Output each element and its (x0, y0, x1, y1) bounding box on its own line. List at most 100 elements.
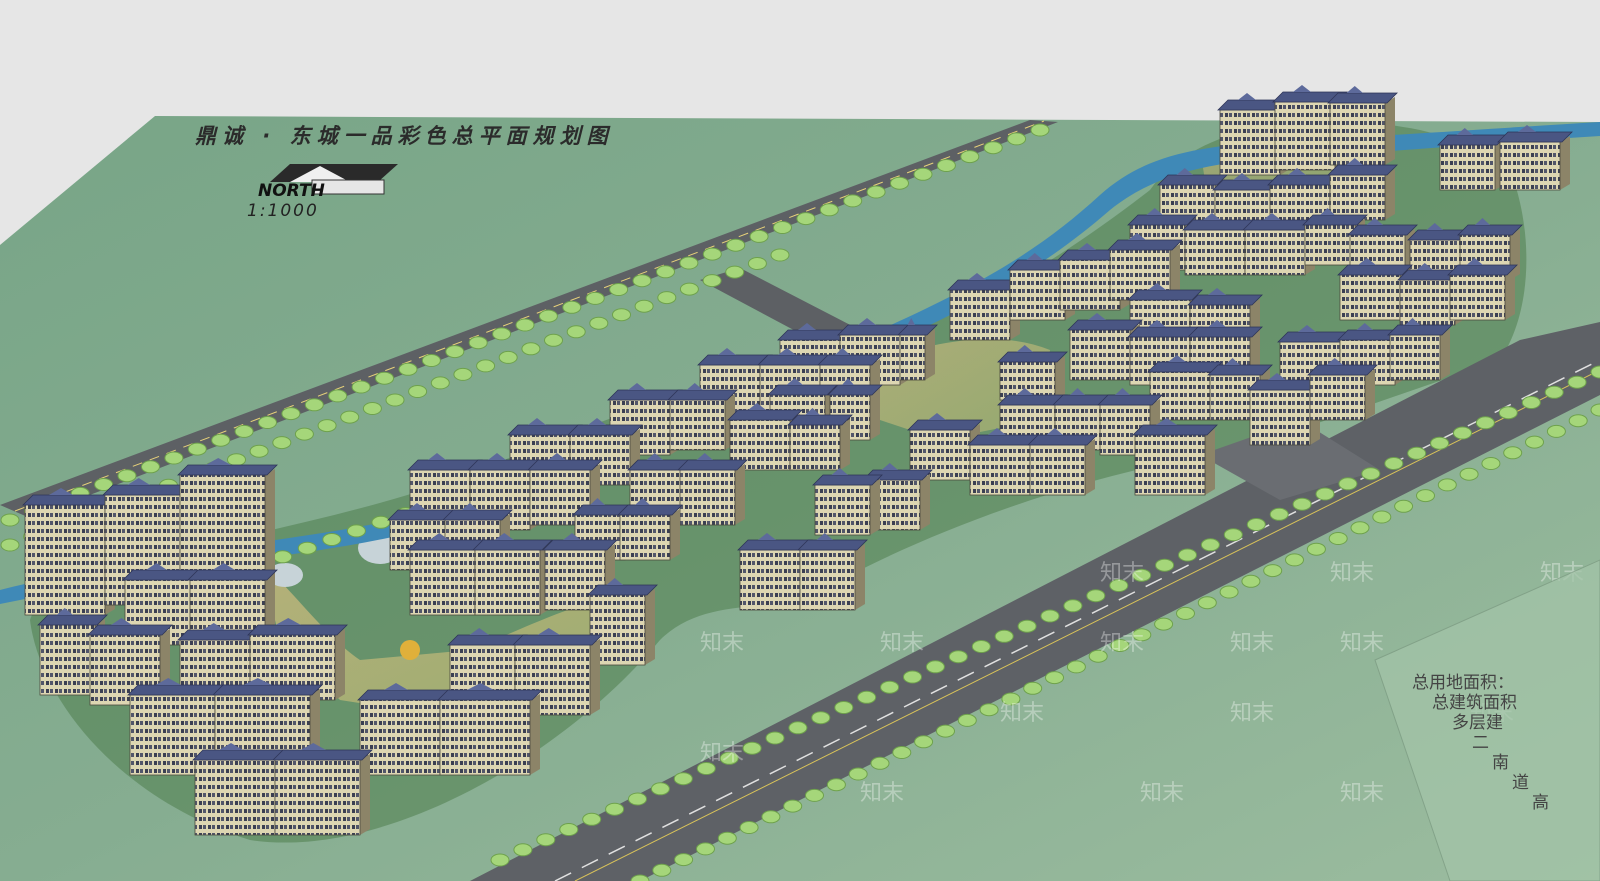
residential-building (1447, 258, 1518, 321)
tree (1263, 564, 1283, 578)
tree (634, 299, 654, 313)
tree (1437, 478, 1457, 492)
watermark-text: 知末 (700, 741, 744, 766)
tree (294, 427, 314, 441)
watermark-text: 知末 (1100, 631, 1144, 656)
tree (211, 433, 231, 447)
tree (1023, 681, 1043, 695)
tree (650, 782, 670, 796)
tree (398, 362, 418, 376)
tree (234, 424, 254, 438)
tree (1040, 609, 1060, 623)
tree (589, 316, 609, 330)
tree (742, 741, 762, 755)
tree (340, 410, 360, 424)
tree (515, 318, 535, 332)
tree (994, 629, 1014, 643)
residential-building (1027, 428, 1098, 496)
residential-building (192, 743, 288, 836)
tree (679, 282, 699, 296)
tree (957, 713, 977, 727)
watermark-text: 知末 (1140, 781, 1184, 806)
tree (1246, 518, 1266, 531)
plan-title: 鼎诚 · 东城一品彩色总平面规划图 (195, 124, 614, 148)
tree (562, 300, 582, 314)
watermark-text: 知末 (1230, 701, 1274, 726)
tree (749, 229, 769, 243)
legend-line: 道 (1512, 773, 1529, 793)
tree (273, 550, 293, 564)
tree (936, 159, 956, 172)
watermark-text: 知末 (1340, 631, 1384, 656)
tree (1453, 426, 1472, 440)
tree (826, 778, 846, 792)
tree (453, 367, 473, 381)
tree (258, 416, 277, 429)
legend-line: 二 (1472, 733, 1489, 753)
tree (1503, 446, 1523, 460)
tree (1063, 599, 1083, 613)
tree (1394, 499, 1414, 513)
tree (936, 724, 955, 738)
tree (1498, 406, 1518, 420)
residential-building (22, 488, 118, 616)
residential-building (787, 408, 853, 471)
tree (272, 436, 292, 450)
tree (747, 257, 767, 270)
watermark-text: 知末 (1000, 701, 1044, 726)
tree (1475, 416, 1495, 430)
tree (652, 863, 672, 877)
tree (1430, 436, 1450, 450)
tree (141, 460, 160, 474)
watermark-text: 知末 (880, 631, 924, 656)
residential-building (1132, 418, 1218, 496)
watermark-text: 知末 (1230, 631, 1274, 656)
tree (1525, 435, 1544, 449)
tree (421, 354, 441, 367)
residential-building (272, 743, 373, 836)
tree (819, 203, 839, 217)
residential-building (1307, 358, 1378, 421)
tree (848, 767, 868, 781)
tree (857, 690, 877, 704)
tree (582, 812, 602, 826)
tree (609, 283, 629, 296)
tree (717, 831, 737, 845)
tree (628, 792, 647, 806)
tree (632, 274, 652, 288)
legend-line: 高 (1532, 793, 1549, 813)
site-plan-model: 知末知末知末知末知末知末知末知末知末知末知末知末知末知末知末 总用地面积：总建筑… (0, 0, 1600, 881)
tree (1200, 538, 1220, 552)
tree (914, 735, 934, 749)
tree (346, 524, 366, 538)
tree (971, 640, 991, 653)
residential-building (1497, 125, 1573, 191)
tree (492, 327, 512, 341)
tree (371, 515, 391, 529)
tree (1285, 553, 1304, 567)
tree (187, 442, 207, 456)
residential-building (437, 683, 543, 776)
tree (1338, 477, 1358, 491)
watermark-text: 知末 (1330, 561, 1374, 586)
tree (1045, 671, 1064, 685)
tree (1481, 457, 1501, 470)
tree (408, 385, 428, 398)
residential-building (997, 345, 1068, 401)
watermark-text: 知末 (700, 631, 744, 656)
tree (783, 799, 803, 813)
tree (0, 513, 20, 527)
tree (925, 660, 945, 674)
tree (317, 419, 337, 433)
tree (870, 756, 890, 770)
tree (1567, 375, 1587, 389)
tree (892, 746, 912, 759)
tree (538, 309, 558, 323)
tree (1544, 385, 1564, 399)
tree (585, 291, 605, 305)
watermark-text: 知末 (860, 781, 904, 806)
tree (322, 533, 342, 546)
tree (1007, 132, 1027, 146)
residential-building (1387, 318, 1453, 381)
tree (304, 398, 324, 412)
